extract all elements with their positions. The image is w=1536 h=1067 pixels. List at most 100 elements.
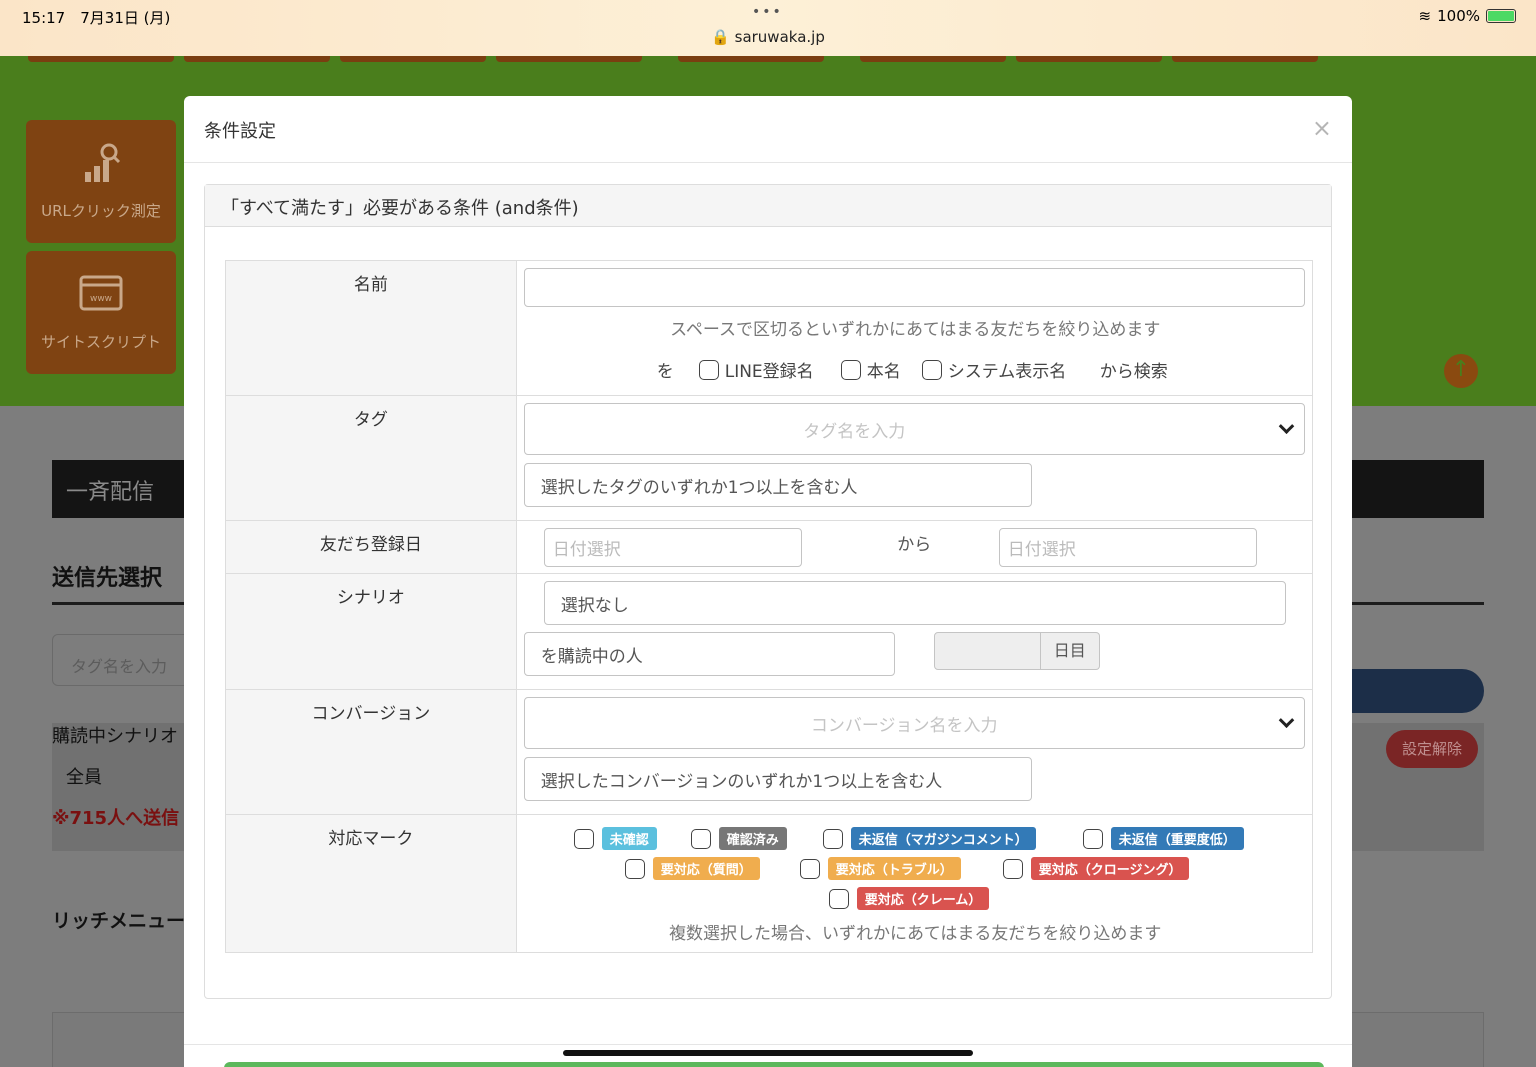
row-scenario: シナリオ 選択なし を購読中の人 日目 [225,573,1314,690]
condition-table: 名前 スペースで区切るといずれかにあてはまる友だちを絞り込めます を LINE登… [225,260,1314,953]
wifi-icon: ≋ [1418,7,1432,25]
modal-footer-divider [184,1044,1352,1045]
battery-percent: 100% [1437,7,1480,25]
checkbox[interactable] [573,828,594,849]
mark-badge: 確認済み [718,827,787,850]
checkbox[interactable] [840,359,861,380]
date-to-input[interactable]: 日付選択 [998,528,1257,567]
name-prefix: を [656,362,674,382]
scenario-mode-select[interactable]: を購読中の人 [523,632,895,676]
tile-label: サイトスクリプト [40,333,161,351]
conversion-mode-select[interactable]: 選択したコンバージョンのいずれか1つ以上を含む人 [523,757,1032,801]
checkbox[interactable] [1002,858,1023,879]
option-label: 本名 [866,362,901,382]
checkbox[interactable] [799,858,820,879]
option-system-name[interactable]: システム表示名 [921,357,1067,382]
mark-badge: 要対応（質問） [652,857,760,880]
bg-send-count: ※715人へ送信 [52,808,180,829]
mark-unreplied-magazine[interactable]: 未返信（マガジンコメント） [822,827,1036,850]
mark-badge: 未確認 [601,827,657,850]
checkbox[interactable] [690,828,711,849]
tag-mode-select[interactable]: 選択したタグのいずれか1つ以上を含む人 [523,463,1032,507]
mark-badge: 要対応（クレーム） [856,887,990,910]
panel-heading: 「すべて満たす」必要がある条件 (and条件) [205,185,1331,227]
mark-action-trouble[interactable]: 要対応（トラブル） [799,857,961,880]
bg-tab [678,56,824,62]
bg-heading: 送信先選択 [52,566,163,591]
row-label: タグ [225,395,517,521]
mark-badge: 要対応（クロージング） [1030,857,1190,880]
option-label: LINE登録名 [724,362,814,382]
checkbox[interactable] [822,828,843,849]
home-indicator[interactable] [563,1050,973,1056]
checkbox[interactable] [1082,828,1103,849]
bg-tab [340,56,486,62]
day-addon: 日目 [1040,632,1100,670]
row-registration-date: 友だち登録日 日付選択 から 日付選択 [225,520,1314,574]
scroll-up-icon[interactable]: ↑ [1444,354,1478,388]
row-response-mark: 対応マーク 未確認 確認済み 未返信（マガジンコメント） 未返信（重要度低） 要… [225,814,1314,953]
bg-tab [1016,56,1162,62]
name-help: スペースで区切るといずれかにあてはまる友だちを絞り込めます [670,320,1161,340]
browser-www-icon: www [26,273,176,321]
mark-unreplied-low[interactable]: 未返信（重要度低） [1082,827,1244,850]
row-label: 対応マーク [225,814,517,953]
chart-search-icon [26,142,176,190]
condition-modal: 条件設定 × 「すべて満たす」必要がある条件 (and条件) 名前 スペースで区… [184,96,1352,1067]
modal-title: 条件設定 [204,121,276,142]
conversion-placeholder: コンバージョン名を入力 [810,715,998,736]
option-real-name[interactable]: 本名 [840,357,901,382]
mark-action-question[interactable]: 要対応（質問） [624,857,760,880]
mark-unconfirmed[interactable]: 未確認 [573,827,657,850]
bg-tab [860,56,1006,62]
tile-url-click[interactable]: URLクリック測定 [26,120,176,243]
lock-icon: 🔒 [711,28,730,46]
row-label: シナリオ [225,573,517,690]
chevron-down-icon [1278,418,1295,435]
more-dots-icon[interactable]: ••• [752,4,783,20]
close-icon[interactable]: × [1312,114,1332,142]
bg-section-title: 一斉配信 [66,480,155,505]
bg-rich-menu-label: リッチメニュー [52,910,186,932]
conversion-select[interactable]: コンバージョン名を入力 [523,697,1305,749]
tag-select[interactable]: タグ名を入力 [523,403,1305,455]
scenario-day-input[interactable] [933,632,1041,670]
row-name: 名前 スペースで区切るといずれかにあてはまる友だちを絞り込めます を LINE登… [225,260,1314,396]
modal-header: 条件設定 × [184,96,1352,163]
mark-badge: 未返信（マガジンコメント） [850,827,1036,850]
status-bar: 15:17 7月31日 (月) ••• 🔒 saruwaka.jp ≋ 100% [0,0,1536,56]
tile-site-script[interactable]: www サイトスクリプト [26,251,176,374]
bg-scenario-value: 全員 [66,767,102,788]
mark-badge: 未返信（重要度低） [1110,827,1244,850]
mark-action-closing[interactable]: 要対応（クロージング） [1002,857,1190,880]
svg-text:www: www [90,294,112,304]
date-from-input[interactable]: 日付選択 [543,528,802,567]
bg-tab [496,56,642,62]
scenario-day-group: 日目 [933,632,1100,670]
mark-action-claim[interactable]: 要対応（クレーム） [828,887,990,910]
checkbox[interactable] [624,858,645,879]
bg-release-button[interactable]: 設定解除 [1386,730,1478,768]
bg-tab [1172,56,1318,62]
submit-button[interactable] [224,1062,1324,1067]
checkbox[interactable] [921,359,942,380]
and-condition-panel: 「すべて満たす」必要がある条件 (and条件) 名前 スペースで区切るといずれか… [204,184,1332,999]
address-bar[interactable]: 🔒 saruwaka.jp [0,28,1536,46]
checkbox[interactable] [698,359,719,380]
name-input[interactable] [523,268,1305,307]
option-line-name[interactable]: LINE登録名 [698,357,814,382]
url-text: saruwaka.jp [734,28,825,46]
scenario-select[interactable]: 選択なし [543,581,1286,625]
chevron-down-icon [1278,712,1295,729]
row-label: 名前 [225,260,517,396]
checkbox[interactable] [828,888,849,909]
bg-scenario-label: 購読中シナリオ [52,726,178,747]
bg-tab [184,56,330,62]
row-label: コンバージョン [225,689,517,815]
mark-confirmed[interactable]: 確認済み [690,827,787,850]
option-label: システム表示名 [947,362,1067,382]
tag-placeholder: タグ名を入力 [803,421,906,442]
row-conversion: コンバージョン コンバージョン名を入力 選択したコンバージョンのいずれか1つ以上… [225,689,1314,815]
mark-badge: 要対応（トラブル） [827,857,961,880]
row-label: 友だち登録日 [225,520,517,574]
